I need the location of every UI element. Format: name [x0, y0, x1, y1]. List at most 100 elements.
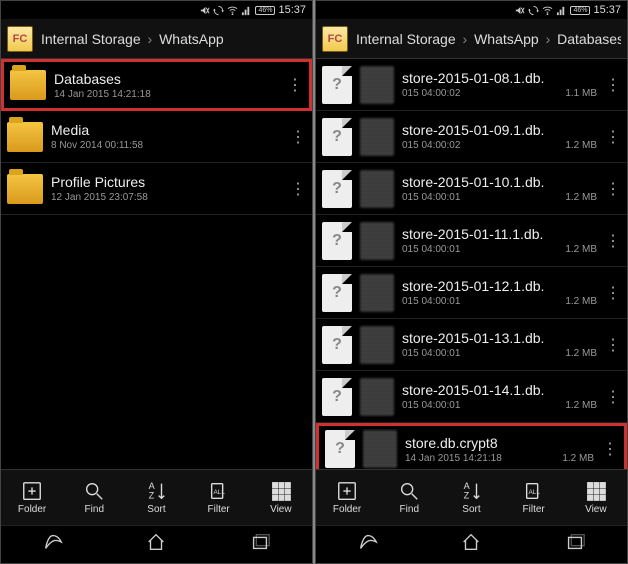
folder-button[interactable]: Folder [320, 480, 374, 515]
item-name: Media [51, 122, 282, 138]
item-date: 8 Nov 2014 00:11:58 [51, 140, 143, 151]
more-icon[interactable]: ⋮ [605, 75, 621, 95]
view-button[interactable]: View [254, 480, 308, 515]
row-main: store.db.crypt814 Jan 2015 14:21:181.2 M… [405, 435, 594, 464]
sort-button[interactable]: AZSort [129, 480, 183, 515]
list-item[interactable]: ?store-2015-01-11.1.db.015 04:00:011.2 M… [316, 215, 627, 267]
home-icon[interactable] [460, 531, 482, 558]
list-item[interactable]: ?store-2015-01-13.1.db.015 04:00:011.2 M… [316, 319, 627, 371]
row-main: store-2015-01-09.1.db.015 04:00:021.2 MB [402, 122, 597, 151]
recent-icon[interactable] [249, 531, 271, 558]
chevron-right-icon: › [546, 31, 551, 47]
blur-prefix [360, 378, 394, 416]
list-item[interactable]: Databases14 Jan 2015 14:21:18 ⋮ [1, 59, 312, 111]
list-item[interactable]: ?store-2015-01-08.1.db.015 04:00:021.1 M… [316, 59, 627, 111]
clock: 15:37 [593, 4, 621, 16]
recent-icon[interactable] [564, 531, 586, 558]
filter-button[interactable]: ALLFilter [507, 480, 561, 515]
status-bar: 46% 15:37 [1, 1, 312, 19]
titlebar: FC Internal Storage › WhatsApp › Databas… [316, 19, 627, 59]
row-main: Media 8 Nov 2014 00:11:58 [51, 122, 282, 151]
row-main: store-2015-01-10.1.db.015 04:00:011.2 MB [402, 174, 597, 203]
item-sub: 015 04:00:011.2 MB [402, 244, 597, 255]
list-item[interactable]: Profile Pictures 12 Jan 2015 23:07:58 ⋮ [1, 163, 312, 215]
list-item[interactable]: ?store-2015-01-10.1.db.015 04:00:011.2 M… [316, 163, 627, 215]
list-item[interactable]: ?store.db.crypt814 Jan 2015 14:21:181.2 … [316, 423, 627, 469]
item-sub: 14 Jan 2015 14:21:181.2 MB [405, 453, 594, 464]
item-size: 1.2 MB [565, 348, 597, 359]
more-icon[interactable]: ⋮ [605, 387, 621, 407]
app-icon[interactable]: FC [322, 26, 348, 52]
item-size: 1.2 MB [565, 296, 597, 307]
item-date: 015 04:00:02 [402, 88, 460, 99]
folder-icon [7, 174, 43, 204]
item-sub: 8 Nov 2014 00:11:58 [51, 140, 282, 151]
view-label: View [585, 504, 607, 515]
crumb-0[interactable]: Internal Storage [41, 31, 141, 47]
filter-label: Filter [208, 504, 230, 515]
item-date: 015 04:00:01 [402, 296, 460, 307]
app-icon[interactable]: FC [7, 26, 33, 52]
row-main: store-2015-01-14.1.db.015 04:00:011.2 MB [402, 382, 597, 411]
list-item[interactable]: Media 8 Nov 2014 00:11:58 ⋮ [1, 111, 312, 163]
item-sub: 14 Jan 2015 14:21:18 [54, 89, 279, 100]
item-size: 1.2 MB [565, 140, 597, 151]
item-date: 015 04:00:02 [402, 140, 460, 151]
crumb-1[interactable]: WhatsApp [159, 31, 224, 47]
item-sub: 015 04:00:01 1.2 MB [402, 296, 597, 307]
more-icon[interactable]: ⋮ [605, 231, 621, 251]
folder-list[interactable]: Databases14 Jan 2015 14:21:18 ⋮ Media 8 Nov… [1, 59, 312, 469]
blur-prefix [363, 430, 397, 468]
crumb-1[interactable]: WhatsApp [474, 31, 539, 47]
filter-button[interactable]: ALLFilter [192, 480, 246, 515]
item-size: 1.2 MB [565, 192, 597, 203]
item-name: store-2015-01-10.1.db. [402, 174, 597, 190]
back-icon[interactable] [357, 531, 379, 558]
row-main: Databases14 Jan 2015 14:21:18 [54, 71, 279, 100]
more-icon[interactable]: ⋮ [290, 127, 306, 147]
sort-label: Sort [462, 504, 480, 515]
item-date: 015 04:00:01 [402, 244, 460, 255]
more-icon[interactable]: ⋮ [605, 283, 621, 303]
signal-icon [241, 5, 252, 16]
folder-button[interactable]: Folder [5, 480, 59, 515]
item-date: 015 04:00:01 [402, 348, 460, 359]
find-button[interactable]: Find [382, 480, 436, 515]
item-size: 1.2 MB [565, 400, 597, 411]
row-main: store-2015-01-08.1.db.015 04:00:021.1 MB [402, 70, 597, 99]
more-icon[interactable]: ⋮ [605, 335, 621, 355]
folder-label: Folder [18, 504, 46, 515]
svg-text:Z: Z [149, 490, 155, 500]
more-icon[interactable]: ⋮ [602, 439, 618, 459]
more-icon[interactable]: ⋮ [605, 179, 621, 199]
more-icon[interactable]: ⋮ [605, 127, 621, 147]
list-item[interactable]: ?store-2015-01-09.1.db.015 04:00:021.2 M… [316, 111, 627, 163]
item-sub: 12 Jan 2015 23:07:58 [51, 192, 282, 203]
crumb-0[interactable]: Internal Storage [356, 31, 456, 47]
breadcrumb[interactable]: Internal Storage › WhatsApp › Databases [356, 31, 621, 47]
sync-icon [213, 5, 224, 16]
view-button[interactable]: View [569, 480, 623, 515]
crumb-2[interactable]: Databases [557, 31, 621, 47]
item-name: store-2015-01-14.1.db. [402, 382, 597, 398]
more-icon[interactable]: ⋮ [290, 179, 306, 199]
list-item[interactable]: ?store-2015-01-12.1.db.015 04:00:011.2 M… [316, 267, 627, 319]
toolbar: Folder Find AZSort ALLFilter View [316, 469, 627, 525]
sort-button[interactable]: AZSort [444, 480, 498, 515]
list-item[interactable]: ?store-2015-01-14.1.db.015 04:00:011.2 M… [316, 371, 627, 423]
home-icon[interactable] [145, 531, 167, 558]
find-button[interactable]: Find [67, 480, 121, 515]
item-name: Profile Pictures [51, 174, 282, 190]
chevron-right-icon: › [148, 31, 153, 47]
status-icons: 46% 15:37 [199, 4, 306, 16]
svg-text:ALL: ALL [528, 489, 540, 496]
signal-icon [556, 5, 567, 16]
back-icon[interactable] [42, 531, 64, 558]
item-sub: 015 04:00:02 1.2 MB [402, 140, 597, 151]
find-label: Find [85, 504, 104, 515]
file-list[interactable]: ?store-2015-01-08.1.db.015 04:00:021.1 M… [316, 59, 627, 469]
breadcrumb[interactable]: Internal Storage › WhatsApp [41, 31, 306, 47]
more-icon[interactable]: ⋮ [287, 75, 303, 95]
view-label: View [270, 504, 292, 515]
item-date: 14 Jan 2015 14:21:18 [405, 453, 502, 464]
